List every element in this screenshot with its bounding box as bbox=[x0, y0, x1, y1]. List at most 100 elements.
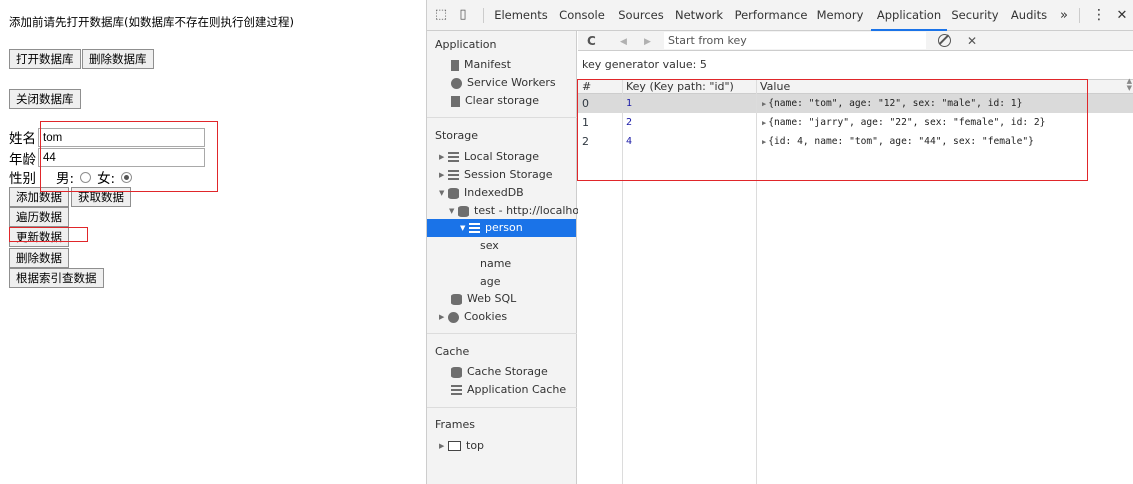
query-by-index-button[interactable]: 根据索引查数据 bbox=[9, 268, 104, 288]
sidebar-header-frames: Frames bbox=[435, 418, 476, 431]
name-input[interactable] bbox=[38, 128, 205, 147]
name-label: 姓名 bbox=[9, 131, 36, 147]
web-page: 添加前请先打开数据库(如数据库不存在则执行创建过程) 打开数据库 删除数据库 关… bbox=[0, 0, 426, 484]
cookie-icon bbox=[448, 311, 459, 323]
sidebar-item-index-age[interactable]: age bbox=[480, 273, 501, 291]
row-value[interactable]: ▶ {id: 4, name: "tom", age: "44", sex: "f… bbox=[758, 132, 1034, 151]
menu-icon[interactable]: ⋮ bbox=[1092, 0, 1106, 31]
update-data-button[interactable]: 更新数据 bbox=[9, 227, 69, 247]
previous-page-icon[interactable]: ◀ bbox=[620, 34, 627, 50]
tab-sources[interactable]: Sources bbox=[615, 0, 667, 31]
female-radio[interactable] bbox=[121, 171, 133, 183]
inspect-element-icon[interactable]: ⬚ bbox=[433, 7, 449, 23]
expand-triangle-icon[interactable]: ▶ bbox=[439, 148, 448, 166]
tab-performance[interactable]: Performance bbox=[732, 0, 810, 31]
sidebar-item-indexeddb[interactable]: ▼ IndexedDB bbox=[439, 184, 524, 202]
more-tabs-icon[interactable]: » bbox=[1057, 0, 1071, 31]
male-radio[interactable] bbox=[80, 171, 92, 183]
get-data-button[interactable]: 获取数据 bbox=[71, 187, 131, 207]
collapse-triangle-icon[interactable]: ▼ bbox=[449, 202, 458, 220]
expand-triangle-icon[interactable]: ▶ bbox=[439, 308, 448, 326]
table-header: # Key (Key path: "id") Value bbox=[578, 79, 1133, 94]
column-header-key[interactable]: Key (Key path: "id") bbox=[622, 80, 734, 93]
row-index: 1 bbox=[582, 116, 589, 129]
column-divider[interactable] bbox=[622, 79, 623, 484]
sidebar-item-session-storage[interactable]: ▶ Session Storage bbox=[439, 166, 553, 184]
sidebar-divider bbox=[427, 333, 577, 334]
sidebar-item-index-name[interactable]: name bbox=[480, 255, 511, 273]
database-icon bbox=[448, 187, 459, 199]
delete-selected-icon[interactable]: ✕ bbox=[967, 33, 977, 49]
key-generator-value: key generator value: 5 bbox=[582, 58, 707, 71]
tab-application[interactable]: Application bbox=[871, 0, 947, 31]
close-db-button[interactable]: 关闭数据库 bbox=[9, 89, 81, 109]
grid-icon bbox=[469, 222, 480, 234]
tab-console[interactable]: Console bbox=[555, 0, 609, 31]
table-row[interactable]: 2 4 ▶ {id: 4, name: "tom", age: "44", sex… bbox=[578, 132, 1133, 151]
database-icon bbox=[451, 293, 462, 305]
tab-memory[interactable]: Memory bbox=[815, 0, 865, 31]
expand-triangle-icon[interactable]: ▶ bbox=[439, 166, 448, 184]
row-value[interactable]: ▶ {name: "jarry", age: "22", sex: "female… bbox=[758, 113, 1045, 132]
application-sidebar: Application Manifest Service Workers Cle… bbox=[427, 31, 589, 484]
collapse-triangle-icon[interactable]: ▼ bbox=[439, 184, 448, 202]
document-icon bbox=[451, 59, 459, 71]
sidebar-item-store-person[interactable]: ▼ person bbox=[427, 219, 576, 237]
tab-audits[interactable]: Audits bbox=[1007, 0, 1051, 31]
sex-label: 性别 bbox=[9, 171, 36, 187]
refresh-icon[interactable]: C bbox=[587, 33, 596, 49]
clear-object-store-icon[interactable] bbox=[938, 34, 951, 47]
sidebar-header-application: Application bbox=[435, 38, 497, 51]
next-page-icon[interactable]: ▶ bbox=[644, 34, 651, 50]
grid-icon bbox=[451, 384, 462, 396]
expand-triangle-icon[interactable]: ▶ bbox=[762, 138, 766, 146]
tab-elements[interactable]: Elements bbox=[491, 0, 551, 31]
table-row[interactable]: 1 2 ▶ {name: "jarry", age: "22", sex: "fe… bbox=[578, 113, 1133, 132]
add-data-button[interactable]: 添加数据 bbox=[9, 187, 69, 207]
database-icon bbox=[451, 366, 462, 378]
trash-icon bbox=[451, 95, 460, 107]
sidebar-item-cache-storage[interactable]: Cache Storage bbox=[451, 363, 548, 381]
delete-data-button[interactable]: 删除数据 bbox=[9, 248, 69, 268]
sidebar-item-web-sql[interactable]: Web SQL bbox=[451, 290, 516, 308]
expand-triangle-icon[interactable]: ▶ bbox=[439, 437, 448, 455]
table-row[interactable]: 0 1 ▶ {name: "tom", age: "12", sex: "male… bbox=[578, 94, 1133, 113]
indexeddb-data-view: C ◀ ▶ ✕ key generator value: 5 # Key (Ke… bbox=[577, 31, 1133, 484]
frame-icon bbox=[448, 441, 461, 451]
expand-triangle-icon[interactable]: ▶ bbox=[762, 119, 766, 127]
sidebar-item-service-workers[interactable]: Service Workers bbox=[451, 74, 556, 92]
sidebar-item-manifest[interactable]: Manifest bbox=[451, 56, 511, 74]
tabbar-separator bbox=[483, 8, 484, 23]
expand-triangle-icon[interactable]: ▶ bbox=[762, 100, 766, 108]
row-key: 2 bbox=[626, 117, 633, 128]
sidebar-item-db-test[interactable]: ▼ test - http://localhost bbox=[449, 202, 589, 220]
sidebar-item-cookies[interactable]: ▶ Cookies bbox=[439, 308, 507, 326]
sidebar-item-application-cache[interactable]: Application Cache bbox=[451, 381, 566, 399]
devtools-panel: ⬚ ▯ Elements Console Sources Network Per… bbox=[426, 0, 1133, 484]
sidebar-header-cache: Cache bbox=[435, 345, 470, 358]
row-value[interactable]: ▶ {name: "tom", age: "12", sex: "male", i… bbox=[758, 94, 1022, 113]
collapse-triangle-icon[interactable]: ▼ bbox=[460, 219, 469, 237]
grid-icon bbox=[448, 169, 459, 181]
sidebar-item-index-sex[interactable]: sex bbox=[480, 237, 499, 255]
delete-db-button[interactable]: 删除数据库 bbox=[82, 49, 154, 69]
age-label: 年龄 bbox=[9, 152, 36, 168]
sidebar-item-local-storage[interactable]: ▶ Local Storage bbox=[439, 148, 539, 166]
age-input[interactable] bbox=[38, 148, 205, 167]
scroll-arrows-icon[interactable]: ▲ ▼ bbox=[1127, 78, 1132, 92]
column-header-value[interactable]: Value bbox=[756, 80, 790, 93]
sidebar-item-frame-top[interactable]: ▶ top bbox=[439, 437, 484, 455]
sidebar-item-clear-storage[interactable]: Clear storage bbox=[451, 92, 539, 110]
tab-security[interactable]: Security bbox=[949, 0, 1001, 31]
close-devtools-icon[interactable]: ✕ bbox=[1115, 0, 1129, 31]
gear-icon bbox=[451, 77, 462, 89]
tab-network[interactable]: Network bbox=[673, 0, 725, 31]
iterate-data-button[interactable]: 遍历数据 bbox=[9, 207, 69, 227]
start-from-key-input[interactable] bbox=[664, 32, 926, 49]
page-note: 添加前请先打开数据库(如数据库不存在则执行创建过程) bbox=[9, 15, 294, 29]
column-divider[interactable] bbox=[756, 79, 757, 484]
column-header-index[interactable]: # bbox=[578, 80, 591, 93]
open-db-button[interactable]: 打开数据库 bbox=[9, 49, 81, 69]
grid-icon bbox=[448, 151, 459, 163]
device-toolbar-icon[interactable]: ▯ bbox=[455, 7, 471, 23]
